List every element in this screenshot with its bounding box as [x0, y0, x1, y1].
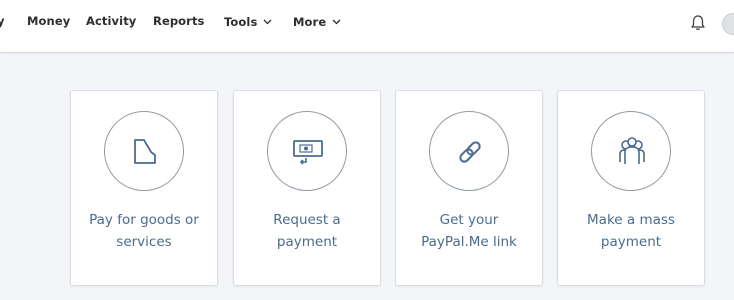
- nav-item-activity[interactable]: Activity: [86, 14, 136, 28]
- request-payment-card[interactable]: Request a payment: [233, 90, 381, 286]
- receipt-icon: [134, 139, 156, 164]
- mass-payment-card[interactable]: Make a mass payment: [557, 90, 705, 286]
- nav-item-label: Reports: [153, 14, 205, 28]
- card-icon-circle: [429, 111, 509, 191]
- card-label: Request a payment: [273, 212, 341, 250]
- card-icon-circle: [267, 111, 347, 191]
- nav-item-more[interactable]: More: [293, 14, 341, 29]
- avatar[interactable]: [722, 13, 734, 35]
- card-label: Get your PayPal.Me link: [421, 212, 517, 250]
- pay-for-goods-card[interactable]: Pay for goods or services: [70, 90, 218, 286]
- card-icon-circle: [591, 111, 671, 191]
- bell-icon[interactable]: [689, 14, 707, 32]
- nav-item-reports[interactable]: Reports: [153, 14, 205, 28]
- nav-item-label: Activity: [86, 14, 137, 28]
- nav-item-partial[interactable]: y: [0, 14, 5, 28]
- group-icon: [619, 137, 645, 164]
- nav-item-label: More: [293, 15, 327, 29]
- card-label: Make a mass payment: [587, 212, 675, 250]
- chevron-down-icon: [263, 14, 272, 28]
- chevron-down-icon: [332, 14, 341, 28]
- card-icon-circle: [104, 111, 184, 191]
- link-icon: [459, 141, 481, 163]
- nav-item-label: Money: [27, 14, 71, 28]
- nav-item-label: Tools: [224, 15, 258, 29]
- nav-item-tools[interactable]: Tools: [224, 14, 272, 29]
- invoice-request-icon: [293, 140, 323, 165]
- paypal-me-link-card[interactable]: Get your PayPal.Me link: [395, 90, 543, 286]
- card-label: Pay for goods or services: [89, 212, 199, 250]
- top-navigation-bar: y Money Activity Reports Tools More: [0, 0, 734, 53]
- nav-item-money[interactable]: Money: [27, 14, 70, 28]
